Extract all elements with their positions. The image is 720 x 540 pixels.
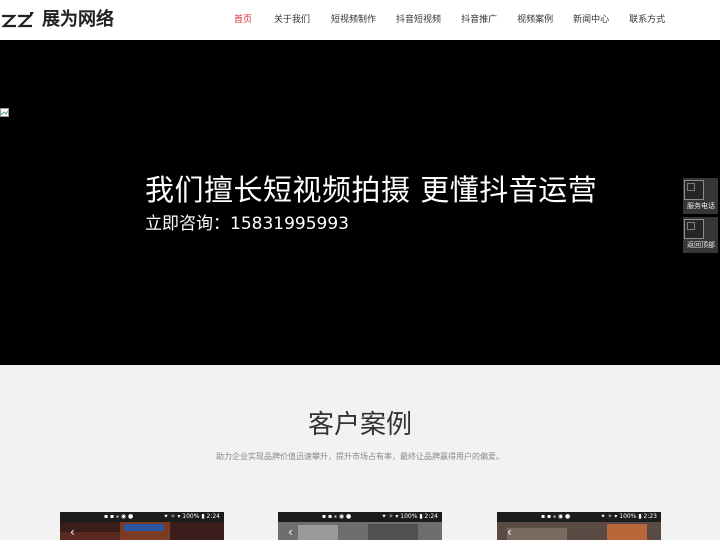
status-right-icons: ✦ ✧ ▾ 100% ▮ 2:24 [163, 513, 220, 520]
float-phone-button[interactable]: 服务电话 [683, 178, 718, 214]
case-card-1[interactable]: ▪ ▪ ⁎ ◉ ● ✦ ✧ ▾ 100% ▮ 2:24 ‹ [60, 512, 224, 540]
nav-item-douyin-video[interactable]: 抖音短视频 [396, 0, 441, 40]
back-to-top-icon [684, 219, 704, 239]
back-chevron-icon: ‹ [507, 525, 512, 539]
nav-item-video-production[interactable]: 短视频制作 [331, 0, 376, 40]
site-logo[interactable]: 展为网络 [0, 7, 114, 33]
site-header: 展为网络 首页 关于我们 短视频制作 抖音短视频 抖音推广 视频案例 新闻中心 … [0, 0, 720, 40]
case-card-2[interactable]: ▪ ▪ ⁎ ◉ ● ✦ ✧ ▾ 100% ▮ 2:24 ‹ [278, 512, 442, 540]
main-nav: 首页 关于我们 短视频制作 抖音短视频 抖音推广 视频案例 新闻中心 联系方式 [222, 0, 665, 40]
logo-text: 展为网络 [42, 9, 114, 30]
float-top-label: 返回顶部 [687, 241, 715, 249]
case-thumbnail-image [60, 522, 224, 540]
status-left-icons: ▪ ▪ ⁎ ◉ ● [541, 513, 571, 520]
phone-status-bar: ▪ ▪ ⁎ ◉ ● ✦ ✧ ▾ 100% ▮ 2:23 [497, 512, 661, 522]
status-left-icons: ▪ ▪ ⁎ ◉ ● [104, 513, 134, 520]
status-left-icons: ▪ ▪ ⁎ ◉ ● [322, 513, 352, 520]
nav-item-contact[interactable]: 联系方式 [629, 0, 665, 40]
banner-title: 我们擅长短视频拍摄 更懂抖音运营 [145, 173, 598, 207]
nav-item-douyin-promotion[interactable]: 抖音推广 [461, 0, 497, 40]
banner-phone[interactable]: 立即咨询：15831995993 [145, 212, 349, 236]
nav-item-home[interactable]: 首页 [234, 0, 252, 40]
phone-status-bar: ▪ ▪ ⁎ ◉ ● ✦ ✧ ▾ 100% ▮ 2:24 [60, 512, 224, 522]
float-phone-label: 服务电话 [687, 202, 715, 210]
case-card-3[interactable]: ▪ ▪ ⁎ ◉ ● ✦ ✧ ▾ 100% ▮ 2:23 ‹ [497, 512, 661, 540]
case-thumbnail-image [497, 522, 661, 540]
cases-section: 客户案例 助力企业实现品牌价值迅速攀升，提升市场占有率，最终让品牌赢得用户的偏爱… [0, 365, 720, 540]
float-back-to-top-button[interactable]: 返回顶部 [683, 217, 718, 253]
status-right-icons: ✦ ✧ ▾ 100% ▮ 2:23 [600, 513, 657, 520]
nav-item-video-cases[interactable]: 视频案例 [517, 0, 553, 40]
hero-banner: 我们擅长短视频拍摄 更懂抖音运营 立即咨询：15831995993 [0, 40, 720, 365]
nav-item-news[interactable]: 新闻中心 [573, 0, 609, 40]
broken-image-icon [0, 108, 9, 117]
nav-item-about[interactable]: 关于我们 [274, 0, 310, 40]
logo-mark-icon [1, 12, 34, 28]
phone-icon [684, 180, 704, 200]
cases-title: 客户案例 [307, 410, 412, 440]
status-right-icons: ✦ ✧ ▾ 100% ▮ 2:24 [381, 513, 438, 520]
phone-status-bar: ▪ ▪ ⁎ ◉ ● ✦ ✧ ▾ 100% ▮ 2:24 [278, 512, 442, 522]
cases-description: 助力企业实现品牌价值迅速攀升，提升市场占有率，最终让品牌赢得用户的偏爱。 [216, 452, 504, 461]
case-thumbnail-image [278, 522, 442, 540]
back-chevron-icon: ‹ [288, 525, 293, 539]
back-chevron-icon: ‹ [70, 525, 75, 539]
